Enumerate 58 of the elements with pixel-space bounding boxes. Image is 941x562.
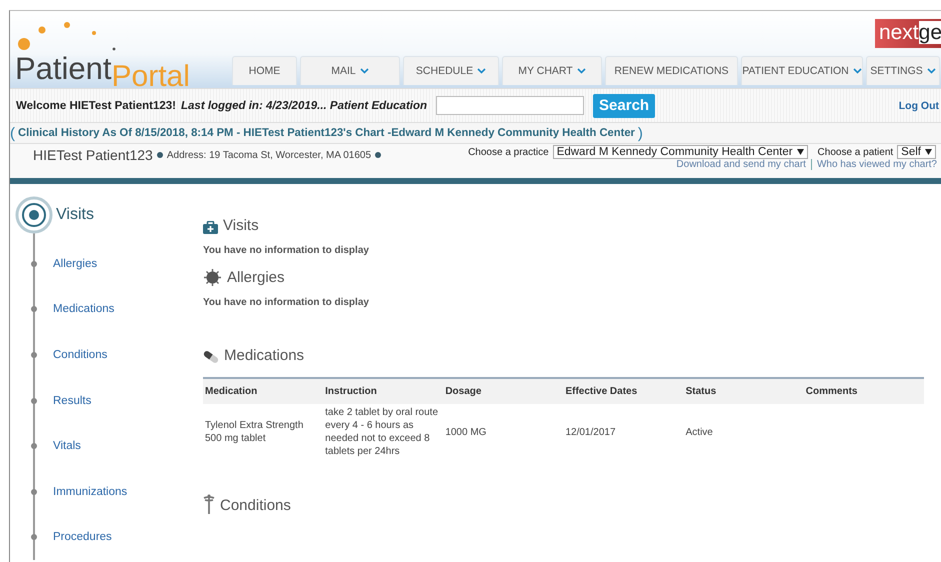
nav-tab[interactable]: MAIL bbox=[300, 56, 400, 85]
sidebar-item[interactable]: Visits bbox=[56, 206, 94, 224]
nav-tab[interactable]: MY CHART bbox=[502, 56, 602, 85]
sidebar-item[interactable]: Conditions bbox=[53, 348, 108, 361]
sidebar-item[interactable]: Procedures bbox=[53, 531, 112, 544]
patient-name: HIETest Patient123 bbox=[33, 147, 153, 163]
empty-message: You have no information to display bbox=[203, 297, 370, 308]
search-field[interactable] bbox=[436, 96, 584, 115]
table-cell: 1000 MG bbox=[445, 426, 486, 438]
logo-text: Patient bbox=[15, 52, 112, 86]
nav-tab[interactable]: SCHEDULE bbox=[403, 56, 499, 85]
column-header: Instruction bbox=[323, 378, 444, 404]
logout-link[interactable]: Log Out bbox=[898, 100, 939, 112]
nav-tab[interactable]: RENEW MEDICATIONS bbox=[605, 56, 738, 85]
briefcase-icon bbox=[203, 221, 218, 234]
search-button[interactable]: Search bbox=[593, 94, 656, 118]
table-cell: take 2 tablet by oral route every 4 - 6 hours as needed not to exceed 8 tablets per 24hrs bbox=[325, 407, 438, 457]
nav-tab[interactable]: SETTINGS bbox=[866, 56, 940, 85]
column-header: Dosage bbox=[443, 378, 564, 404]
column-header: Status bbox=[684, 378, 804, 404]
sidebar-item[interactable]: Results bbox=[53, 394, 92, 407]
column-header: Effective Dates bbox=[563, 378, 684, 404]
empty-message: You have no information to display bbox=[203, 245, 370, 256]
nav-tab[interactable]: HOME bbox=[232, 56, 297, 85]
patient-select[interactable]: Self bbox=[897, 145, 936, 159]
bullet-icon bbox=[156, 152, 163, 158]
practice-select[interactable]: Edward M Kennedy Community Health Center bbox=[552, 145, 808, 159]
dropdown-arrow-icon bbox=[796, 149, 804, 155]
sidebar-item[interactable]: Immunizations bbox=[53, 486, 128, 498]
germ-icon bbox=[203, 269, 222, 286]
nav-tab[interactable]: PATIENT EDUCATION bbox=[741, 56, 863, 85]
welcome-text: Welcome HIETest Patient123! bbox=[16, 100, 176, 112]
partner-logo: nextge bbox=[874, 19, 941, 48]
table-cell: Tylenol Extra Strength 500 mg tablet bbox=[205, 420, 304, 444]
section-title: Visits bbox=[223, 217, 259, 234]
practice-label: Choose a practice bbox=[468, 146, 549, 158]
section-title: Medications bbox=[224, 347, 304, 364]
bullet-icon bbox=[375, 152, 382, 158]
section-title: Conditions bbox=[220, 497, 291, 514]
logo-text: Portal bbox=[112, 62, 190, 92]
table-cell: Active bbox=[686, 426, 713, 438]
parenthesis: ) bbox=[638, 124, 643, 142]
caduceus-icon bbox=[203, 494, 215, 514]
column-header: Comments bbox=[804, 378, 924, 404]
download-link[interactable]: Download and send my chart bbox=[671, 159, 811, 170]
sidebar-item[interactable]: Allergies bbox=[53, 258, 98, 270]
sidebar-item[interactable]: Vitals bbox=[53, 440, 81, 452]
sidebar-item[interactable]: Medications bbox=[53, 303, 114, 316]
chart-title: Clinical History As Of 8/15/2018, 8:14 PM - HIETest Patient123's Chart -Edward M Kennedy Community Health Center bbox=[18, 127, 635, 139]
viewers-link[interactable]: Who has viewed my chart? bbox=[810, 159, 941, 170]
patient-label: Choose a patient bbox=[818, 146, 894, 158]
parenthesis: ( bbox=[10, 124, 15, 142]
table-cell: 12/01/2017 bbox=[565, 426, 616, 438]
patient-address: Address: 19 Tacoma St, Worcester, MA 01605 bbox=[166, 150, 372, 160]
dropdown-arrow-icon bbox=[925, 149, 932, 155]
section-title: Allergies bbox=[227, 269, 285, 286]
column-header: Medication bbox=[203, 378, 324, 404]
last-login-text: Last logged in: 4/23/2019... Patient Education bbox=[181, 100, 428, 112]
